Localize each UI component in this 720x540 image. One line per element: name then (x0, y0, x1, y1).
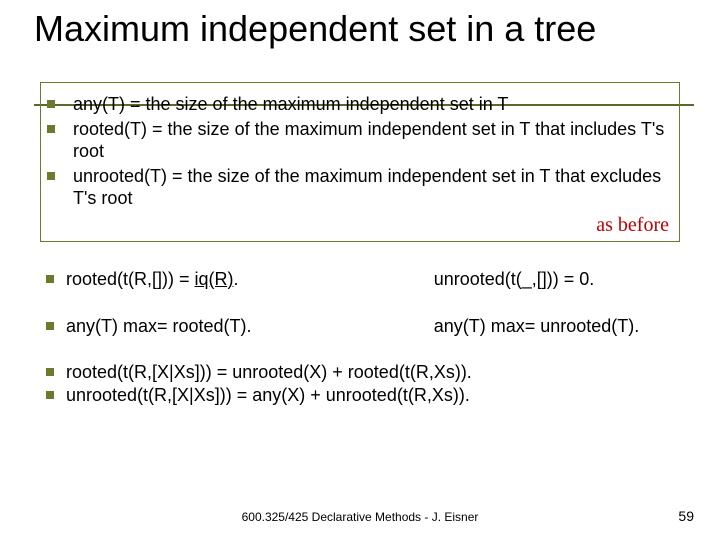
def-rooted: rooted(T) = the size of the maximum inde… (73, 119, 664, 162)
list-item: rooted(t(R,[X|Xs])) = unrooted(X) + root… (40, 361, 680, 384)
list-item: rooted(T) = the size of the maximum inde… (47, 118, 671, 163)
rules-block: rooted(t(R,[])) = iq(R). unrooted(t(_,[]… (40, 268, 680, 406)
footer-text: 600.325/425 Declarative Methods - J. Eis… (0, 510, 720, 524)
rule-row: rooted(t(R,[])) = iq(R). unrooted(t(_,[]… (66, 268, 680, 291)
rule-left: rooted(t(R,[])) = iq(R). (66, 268, 404, 291)
as-before-note: as before (596, 214, 669, 237)
list-item: unrooted(t(R,[X|Xs])) = any(X) + unroote… (40, 384, 680, 407)
def-unrooted: unrooted(T) = the size of the maximum in… (73, 166, 661, 209)
rules-list: rooted(t(R,[])) = iq(R). unrooted(t(_,[]… (40, 268, 680, 406)
rule-row: any(T) max= rooted(T). any(T) max= unroo… (66, 315, 680, 338)
list-item: any(T) max= rooted(T). any(T) max= unroo… (40, 315, 680, 338)
list-item: any(T) = the size of the maximum indepen… (47, 93, 671, 116)
definitions-list: any(T) = the size of the maximum indepen… (47, 93, 671, 210)
rule-left-iq: iq(R) (195, 269, 234, 289)
list-item: unrooted(T) = the size of the maximum in… (47, 165, 671, 210)
rule-tail-1: rooted(t(R,[X|Xs])) = unrooted(X) + root… (66, 362, 472, 382)
rule-tail-2: unrooted(t(R,[X|Xs])) = any(X) + unroote… (66, 385, 470, 405)
rule-left-suffix: . (234, 269, 239, 289)
rule-right: any(T) max= unrooted(T). (434, 315, 680, 338)
rule-left-prefix: rooted(t(R,[])) = (66, 269, 195, 289)
list-item: rooted(t(R,[])) = iq(R). unrooted(t(_,[]… (40, 268, 680, 291)
rule-left: any(T) max= rooted(T). (66, 315, 404, 338)
definitions-box: any(T) = the size of the maximum indepen… (40, 82, 680, 242)
rule-right: unrooted(t(_,[])) = 0. (434, 268, 680, 291)
def-any: any(T) = the size of the maximum indepen… (73, 94, 508, 114)
slide: Maximum independent set in a tree any(T)… (0, 0, 720, 540)
slide-title: Maximum independent set in a tree (34, 10, 690, 48)
page-number: 59 (678, 508, 694, 524)
